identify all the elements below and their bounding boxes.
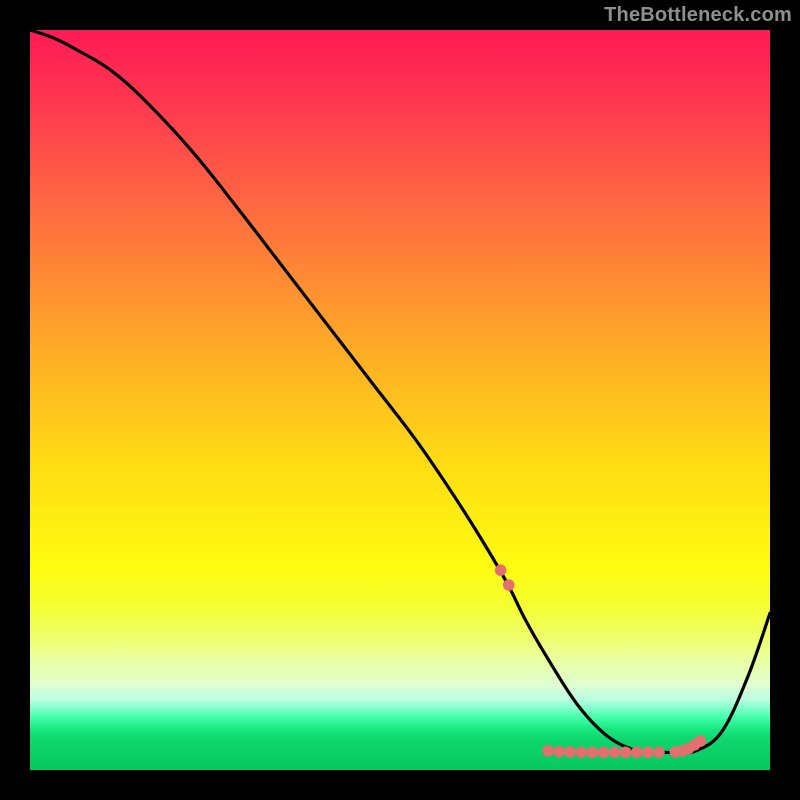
marker-dot — [503, 579, 515, 591]
marker-dot — [576, 746, 588, 758]
watermark-text: TheBottleneck.com — [604, 4, 792, 27]
marker-dot — [495, 564, 507, 576]
marker-dot — [631, 746, 643, 758]
marker-dot — [598, 746, 610, 758]
marker-dot — [695, 735, 707, 747]
marker-dot — [587, 746, 599, 758]
marker-dot — [564, 746, 576, 758]
chart-frame: TheBottleneck.com — [0, 0, 800, 800]
marker-dot — [553, 746, 565, 758]
gradient-background — [30, 30, 770, 770]
marker-dot — [653, 746, 665, 758]
chart-svg — [30, 30, 770, 770]
marker-dot — [609, 746, 621, 758]
plot-area — [30, 30, 770, 770]
marker-dot — [642, 746, 654, 758]
marker-dot — [620, 746, 632, 758]
marker-dot — [542, 745, 554, 757]
